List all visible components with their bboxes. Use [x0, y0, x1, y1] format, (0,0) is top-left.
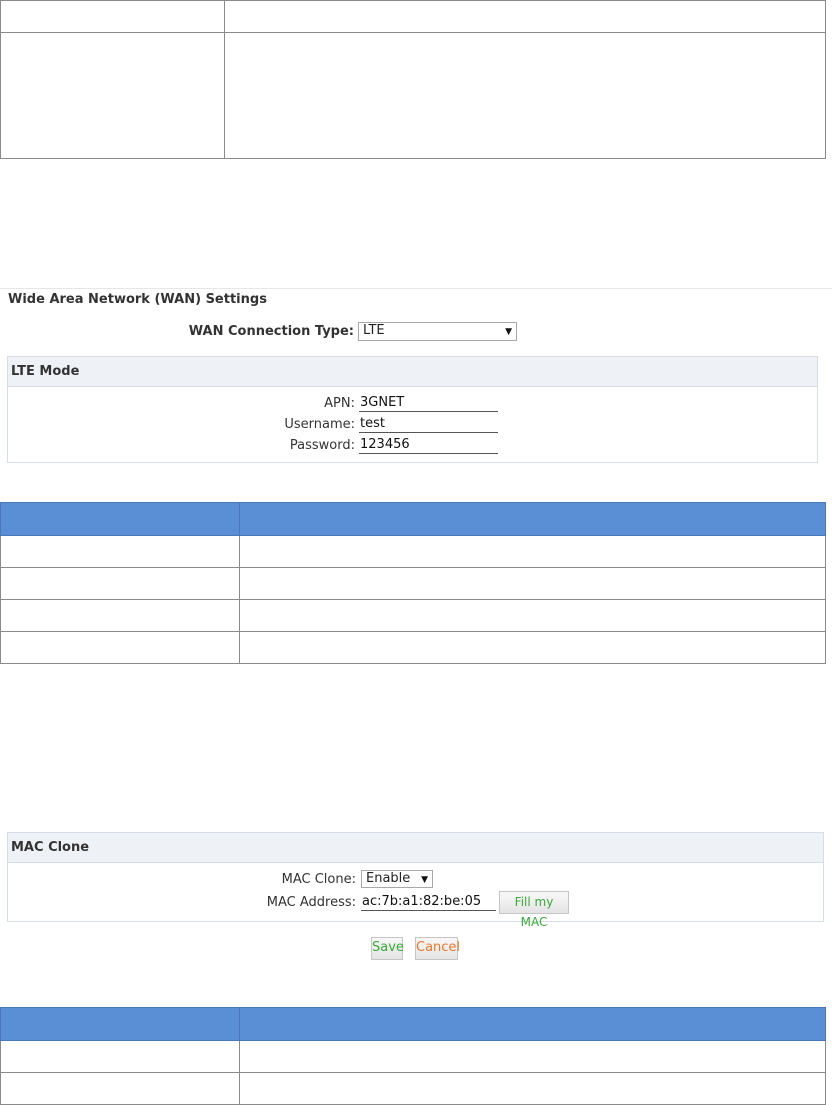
table-cell	[0, 1072, 240, 1105]
table-header-cell	[0, 502, 240, 536]
table-cell	[239, 1072, 826, 1105]
password-label: Password:	[289, 438, 355, 453]
wan-section-title: Wide Area Network (WAN) Settings	[8, 292, 267, 307]
table-cell	[0, 1040, 240, 1073]
table-header-cell	[0, 1007, 240, 1041]
username-input[interactable]: test	[359, 416, 498, 433]
mac-address-label: MAC Address:	[266, 895, 356, 910]
table-cell	[0, 32, 225, 159]
chevron-down-icon: ▼	[421, 875, 428, 885]
section-divider	[0, 288, 832, 289]
table-cell	[239, 599, 826, 632]
mac-clone-select[interactable]: Enable ▼	[361, 870, 433, 888]
table-cell	[0, 0, 225, 33]
wan-connection-type-select[interactable]: LTE ▼	[358, 322, 517, 341]
table-cell	[224, 0, 826, 33]
password-input[interactable]: 123456	[359, 437, 498, 454]
table-cell	[224, 32, 826, 159]
table-cell	[0, 567, 240, 600]
mac-clone-label: MAC Clone:	[281, 872, 356, 887]
mac-clone-value: Enable	[366, 871, 411, 886]
table-cell	[0, 631, 240, 664]
table-cell	[239, 535, 826, 568]
fill-my-mac-button[interactable]: Fill my MAC	[499, 891, 569, 929]
table-header-cell	[239, 502, 826, 536]
lte-mode-title: LTE Mode	[8, 357, 817, 387]
table-cell	[239, 567, 826, 600]
table-header-cell	[239, 1007, 826, 1041]
table-cell	[0, 599, 240, 632]
table-cell	[239, 631, 826, 664]
table-cell	[0, 535, 240, 568]
table-cell	[239, 1040, 826, 1073]
username-label: Username:	[284, 417, 355, 432]
wan-connection-type-value: LTE	[363, 323, 385, 338]
mac-clone-title: MAC Clone	[8, 833, 823, 863]
save-button[interactable]: Save	[371, 937, 404, 960]
mac-address-input[interactable]: ac:7b:a1:82:be:05	[361, 894, 496, 911]
top-table	[0, 0, 826, 159]
middle-table	[0, 502, 826, 664]
bottom-table	[0, 1007, 826, 1105]
cancel-button[interactable]: Cancel	[415, 937, 460, 960]
apn-input[interactable]: 3GNET	[359, 395, 498, 412]
wan-connection-type-label: WAN Connection Type:	[188, 324, 354, 339]
chevron-down-icon: ▼	[505, 327, 512, 337]
apn-label: APN:	[324, 396, 355, 411]
